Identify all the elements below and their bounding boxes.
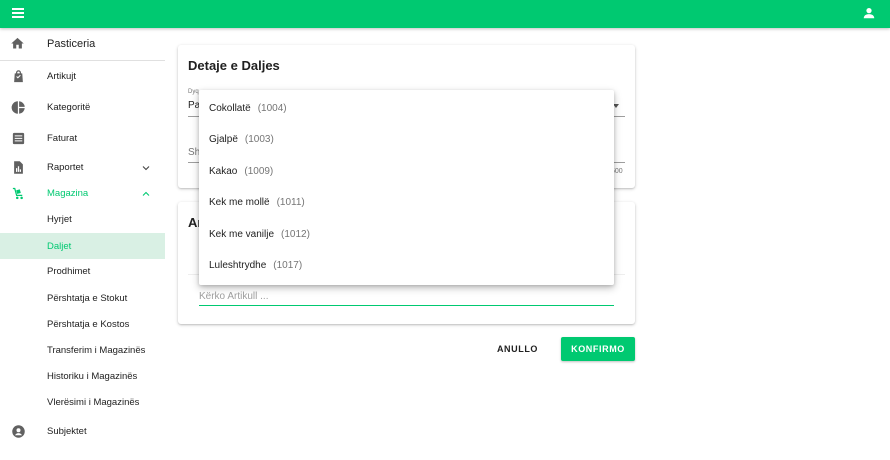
cancel-button[interactable]: ANULLO — [488, 337, 547, 361]
dropdown-option[interactable]: Luleshtrydhe (1017) — [199, 250, 614, 281]
option-name: Gjalpë — [209, 134, 238, 145]
sidebar-subitem-label: Prodhimet — [47, 265, 91, 277]
sidebar-subitem-label: Përshtatja e Stokut — [47, 292, 128, 304]
sidebar-subitem-label: Daljet — [47, 240, 72, 252]
menu-icon[interactable] — [11, 7, 25, 21]
list-icon — [10, 130, 26, 146]
sidebar-subitem-vleresimi[interactable]: Vlerësimi i Magazinës — [0, 389, 165, 415]
sidebar-subitem-label: Transferim i Magazinës — [47, 344, 146, 356]
warehouse-field-label: Dyq — [188, 89, 199, 95]
sidebar-item-raportet[interactable]: Raportet — [0, 154, 165, 180]
shopping-bag-icon — [10, 68, 26, 84]
sidebar-item-label: Subjektet — [47, 425, 87, 437]
sidebar-item-faturat[interactable]: Faturat — [0, 125, 165, 151]
sidebar-item-subjektet[interactable]: Subjektet — [0, 418, 165, 444]
chevron-down-icon — [140, 161, 152, 173]
option-name: Kakao — [209, 166, 238, 177]
warehouse-icon — [10, 185, 26, 201]
article-search[interactable] — [199, 288, 614, 306]
pie-chart-icon — [10, 99, 26, 115]
details-card-title: Detaje e Daljes — [188, 58, 280, 73]
confirm-button[interactable]: KONFIRMO — [561, 337, 635, 361]
sidebar-subitem-prodhimet[interactable]: Prodhimet — [0, 258, 165, 284]
sidebar-subitem-pershtatja-stokut[interactable]: Përshtatja e Stokut — [0, 285, 165, 311]
sidebar-item-magazina[interactable]: Magazina — [0, 180, 165, 206]
sidebar-subitem-label: Historiku i Magazinës — [47, 370, 138, 382]
dropdown-option[interactable]: Kek me mollë (1011) — [199, 187, 614, 218]
option-code: (1009) — [244, 166, 274, 177]
article-search-input[interactable] — [199, 288, 614, 304]
option-code: (1012) — [281, 229, 310, 240]
sidebar-title: Pasticeria — [47, 38, 96, 50]
sidebar-subitem-daljet[interactable]: Daljet — [0, 233, 165, 259]
report-icon — [10, 159, 26, 175]
dropdown-option[interactable]: Kakao (1009) — [199, 156, 614, 187]
option-code: (1017) — [273, 260, 303, 271]
sidebar-subitem-label: Hyrjet — [47, 213, 72, 225]
sidebar-subitem-label: Përshtatja e Kostos — [47, 318, 130, 330]
dropdown-option[interactable]: Cokollatë (1004) — [199, 93, 614, 124]
sidebar-subitem-transferim[interactable]: Transferim i Magazinës — [0, 337, 165, 363]
sidebar-item-label: Kategoritë — [47, 101, 91, 113]
option-code: (1003) — [244, 134, 274, 145]
chevron-up-icon — [140, 187, 152, 199]
option-name: Luleshtrydhe — [209, 260, 267, 271]
sidebar-item-label: Artikujt — [47, 70, 77, 82]
option-name: Cokollatë — [209, 103, 251, 114]
search-underline — [199, 305, 614, 306]
dropdown-option[interactable]: Kek me vanilje (1012) — [199, 219, 614, 250]
app-bar — [0, 0, 890, 28]
sidebar-item-label: Raportet — [47, 161, 84, 173]
sidebar-subitem-label: Vlerësimi i Magazinës — [47, 396, 140, 408]
option-name: Kek me vanilje — [209, 229, 275, 240]
option-code: (1011) — [276, 197, 305, 208]
sidebar-subitem-hyrjet[interactable]: Hyrjet — [0, 206, 165, 232]
account-icon[interactable] — [862, 6, 876, 20]
sidebar-item-label: Magazina — [47, 187, 89, 199]
sidebar-header[interactable]: Pasticeria — [0, 28, 165, 61]
option-code: (1004) — [257, 103, 287, 114]
account-circle-icon — [10, 423, 26, 439]
dropdown-option[interactable]: Gjalpë (1003) — [199, 124, 614, 155]
sidebar-subitem-pershtatja-kostos[interactable]: Përshtatja e Kostos — [0, 311, 165, 337]
autocomplete-dropdown: Cokollatë (1004) Gjalpë (1003) Kakao (10… — [199, 90, 614, 285]
sidebar-subitem-historiku[interactable]: Historiku i Magazinës — [0, 363, 165, 389]
home-icon — [10, 36, 25, 56]
sidebar-item-artikujt[interactable]: Artikujt — [0, 63, 165, 89]
sidebar-item-kategorite[interactable]: Kategoritë — [0, 94, 165, 120]
option-name: Kek me mollë — [209, 197, 270, 208]
sidebar-item-label: Faturat — [47, 132, 78, 144]
